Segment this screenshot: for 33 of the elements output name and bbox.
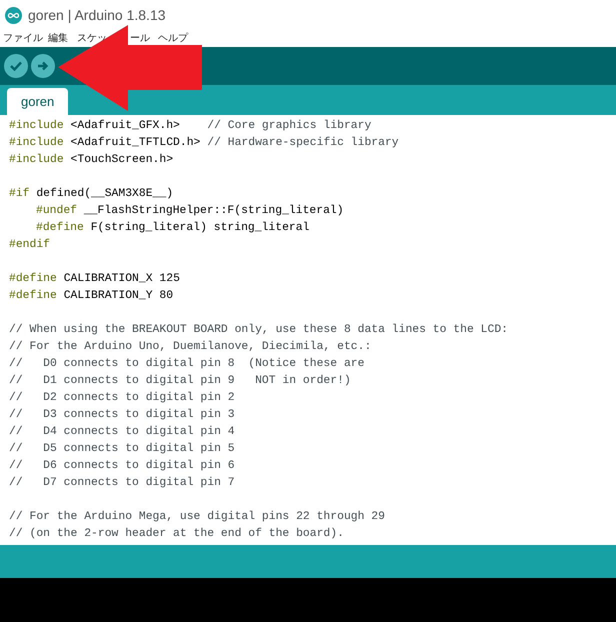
code-line: #define CALIBRATION_X 125 bbox=[9, 272, 180, 287]
menu-item[interactable]: ヘルプ bbox=[158, 34, 188, 44]
code-line: #undef __FlashStringHelper::F(string_literal) bbox=[36, 204, 344, 219]
check-icon bbox=[10, 61, 22, 71]
arrow-right-icon bbox=[37, 60, 49, 72]
code-line: #include <TouchScreen.h> bbox=[9, 152, 174, 168]
code-line: // For the Arduino Mega, use digital pins 22 through 29 bbox=[9, 510, 385, 525]
code-line: // D3 connects to digital pin 3 bbox=[9, 408, 235, 423]
app-logo-icon bbox=[5, 6, 22, 24]
menu-item[interactable]: ファイル bbox=[3, 34, 43, 44]
code-line: #define CALIBRATION_Y 80 bbox=[9, 288, 174, 304]
code-editor[interactable] bbox=[0, 115, 616, 545]
menu-item[interactable]: 編集 bbox=[48, 34, 68, 44]
code-line: // D5 connects to digital pin 5 bbox=[9, 442, 235, 457]
code-line: // D7 connects to digital pin 7 bbox=[9, 476, 235, 491]
verify-button[interactable] bbox=[4, 54, 28, 78]
upload-button[interactable] bbox=[31, 54, 55, 78]
code-line: #endif bbox=[9, 238, 50, 253]
code-line: // For the Arduino Uno, Duemilanove, Diecimila, etc.: bbox=[9, 340, 372, 355]
menu-item[interactable]: ール bbox=[130, 34, 150, 44]
code-line: #define F(string_literal) string_literal bbox=[36, 220, 310, 236]
window-title: goren | Arduino 1.8.13 bbox=[28, 6, 166, 25]
code-line: #include <Adafruit_GFX.h> // Core graphics library bbox=[9, 118, 372, 134]
code-line: // (on the 2-row header at the end of the board). bbox=[9, 526, 344, 542]
code-line: // D6 connects to digital pin 6 bbox=[9, 458, 235, 474]
code-line: // D4 connects to digital pin 4 bbox=[9, 424, 235, 440]
code-line: #include <Adafruit_TFTLCD.h> // Hardware-specific library bbox=[9, 136, 399, 151]
code-line: // D2 connects to digital pin 2 bbox=[9, 390, 235, 406]
code-line: // When using the BREAKOUT BOARD only, use these 8 data lines to the LCD: bbox=[9, 322, 508, 338]
file-tab[interactable]: goren bbox=[7, 88, 68, 115]
code-line: #if defined(__SAM3X8E__) bbox=[9, 186, 174, 202]
code-line: // D1 connects to digital pin 9 NOT in order!) bbox=[9, 374, 351, 389]
code-line: // D0 connects to digital pin 8 (Notice these are bbox=[9, 356, 364, 372]
